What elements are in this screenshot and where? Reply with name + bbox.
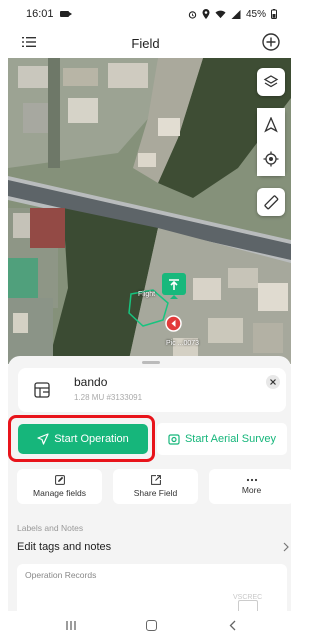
battery-icon [271, 9, 277, 19]
share-field-label: Share Field [133, 488, 178, 498]
camera-icon [168, 434, 180, 445]
layers-button[interactable] [257, 68, 285, 96]
chevron-right-icon [283, 542, 289, 552]
upload-marker-icon[interactable] [162, 273, 186, 299]
alarm-icon [188, 10, 197, 19]
battery-text: 45% [245, 8, 266, 20]
manage-fields-button[interactable]: Manage fields [17, 469, 102, 504]
compass-button[interactable] [257, 108, 285, 142]
more-button[interactable]: More [209, 469, 294, 504]
app-header: Field [0, 28, 291, 58]
home-button[interactable] [146, 620, 157, 631]
system-nav-bar [0, 611, 291, 641]
page-title: Field [131, 35, 160, 51]
add-field-icon[interactable] [261, 32, 281, 52]
locate-button[interactable] [257, 142, 285, 176]
measure-button[interactable] [257, 188, 285, 216]
share-icon [150, 475, 161, 485]
close-icon [270, 379, 276, 385]
manage-fields-label: Manage fields [33, 488, 86, 498]
start-aerial-survey-button[interactable]: Start Aerial Survey [157, 423, 287, 455]
edit-icon [54, 475, 65, 485]
status-time: 16:01 [26, 8, 54, 20]
locate-target-icon [263, 151, 279, 167]
drag-handle[interactable] [142, 361, 160, 364]
satellite-map[interactable]: Flight Pic ...0073 [8, 58, 291, 364]
wifi-icon [215, 10, 226, 18]
layers-icon [263, 75, 279, 88]
recent-apps-icon[interactable] [65, 620, 77, 631]
action-row: Manage fields Share Field More [17, 469, 294, 504]
back-icon[interactable] [228, 620, 238, 631]
field-info-card[interactable]: bando 1.28 MU #3133091 [18, 368, 286, 412]
close-button[interactable] [266, 375, 280, 389]
edit-tags-label: Edit tags and notes [17, 541, 112, 553]
field-meta: 1.28 MU #3133091 [74, 393, 143, 402]
map-imagery [8, 58, 291, 364]
field-bottom-sheet: bando 1.28 MU #3133091 Start Operation S… [8, 356, 294, 611]
nav-tool-group [257, 108, 285, 176]
field-id-label: Pic ...0073 [166, 340, 200, 347]
position-marker-icon [165, 315, 182, 332]
signal-icon [231, 9, 241, 19]
edit-tags-row[interactable]: Edit tags and notes [17, 539, 289, 555]
status-bar: 16:01 45% [0, 0, 291, 28]
navigation-arrow-icon [264, 117, 278, 133]
field-name-label: Flight [138, 291, 156, 298]
more-label: More [241, 485, 262, 495]
labels-notes-heading: Labels and Notes [17, 523, 84, 533]
highlight-annotation [8, 415, 155, 462]
start-aerial-survey-label: Start Aerial Survey [184, 433, 277, 445]
operation-records-label: Operation Records [25, 570, 97, 580]
map-tools [257, 68, 285, 216]
watermark-text: VSCREC [233, 594, 263, 601]
ruler-icon [264, 195, 279, 210]
list-menu-icon[interactable] [22, 36, 36, 48]
location-icon [202, 9, 210, 19]
more-icon [246, 478, 257, 482]
share-field-button[interactable]: Share Field [113, 469, 198, 504]
field-name: bando [74, 375, 108, 389]
video-record-icon [59, 11, 72, 17]
field-map-icon [34, 382, 50, 398]
